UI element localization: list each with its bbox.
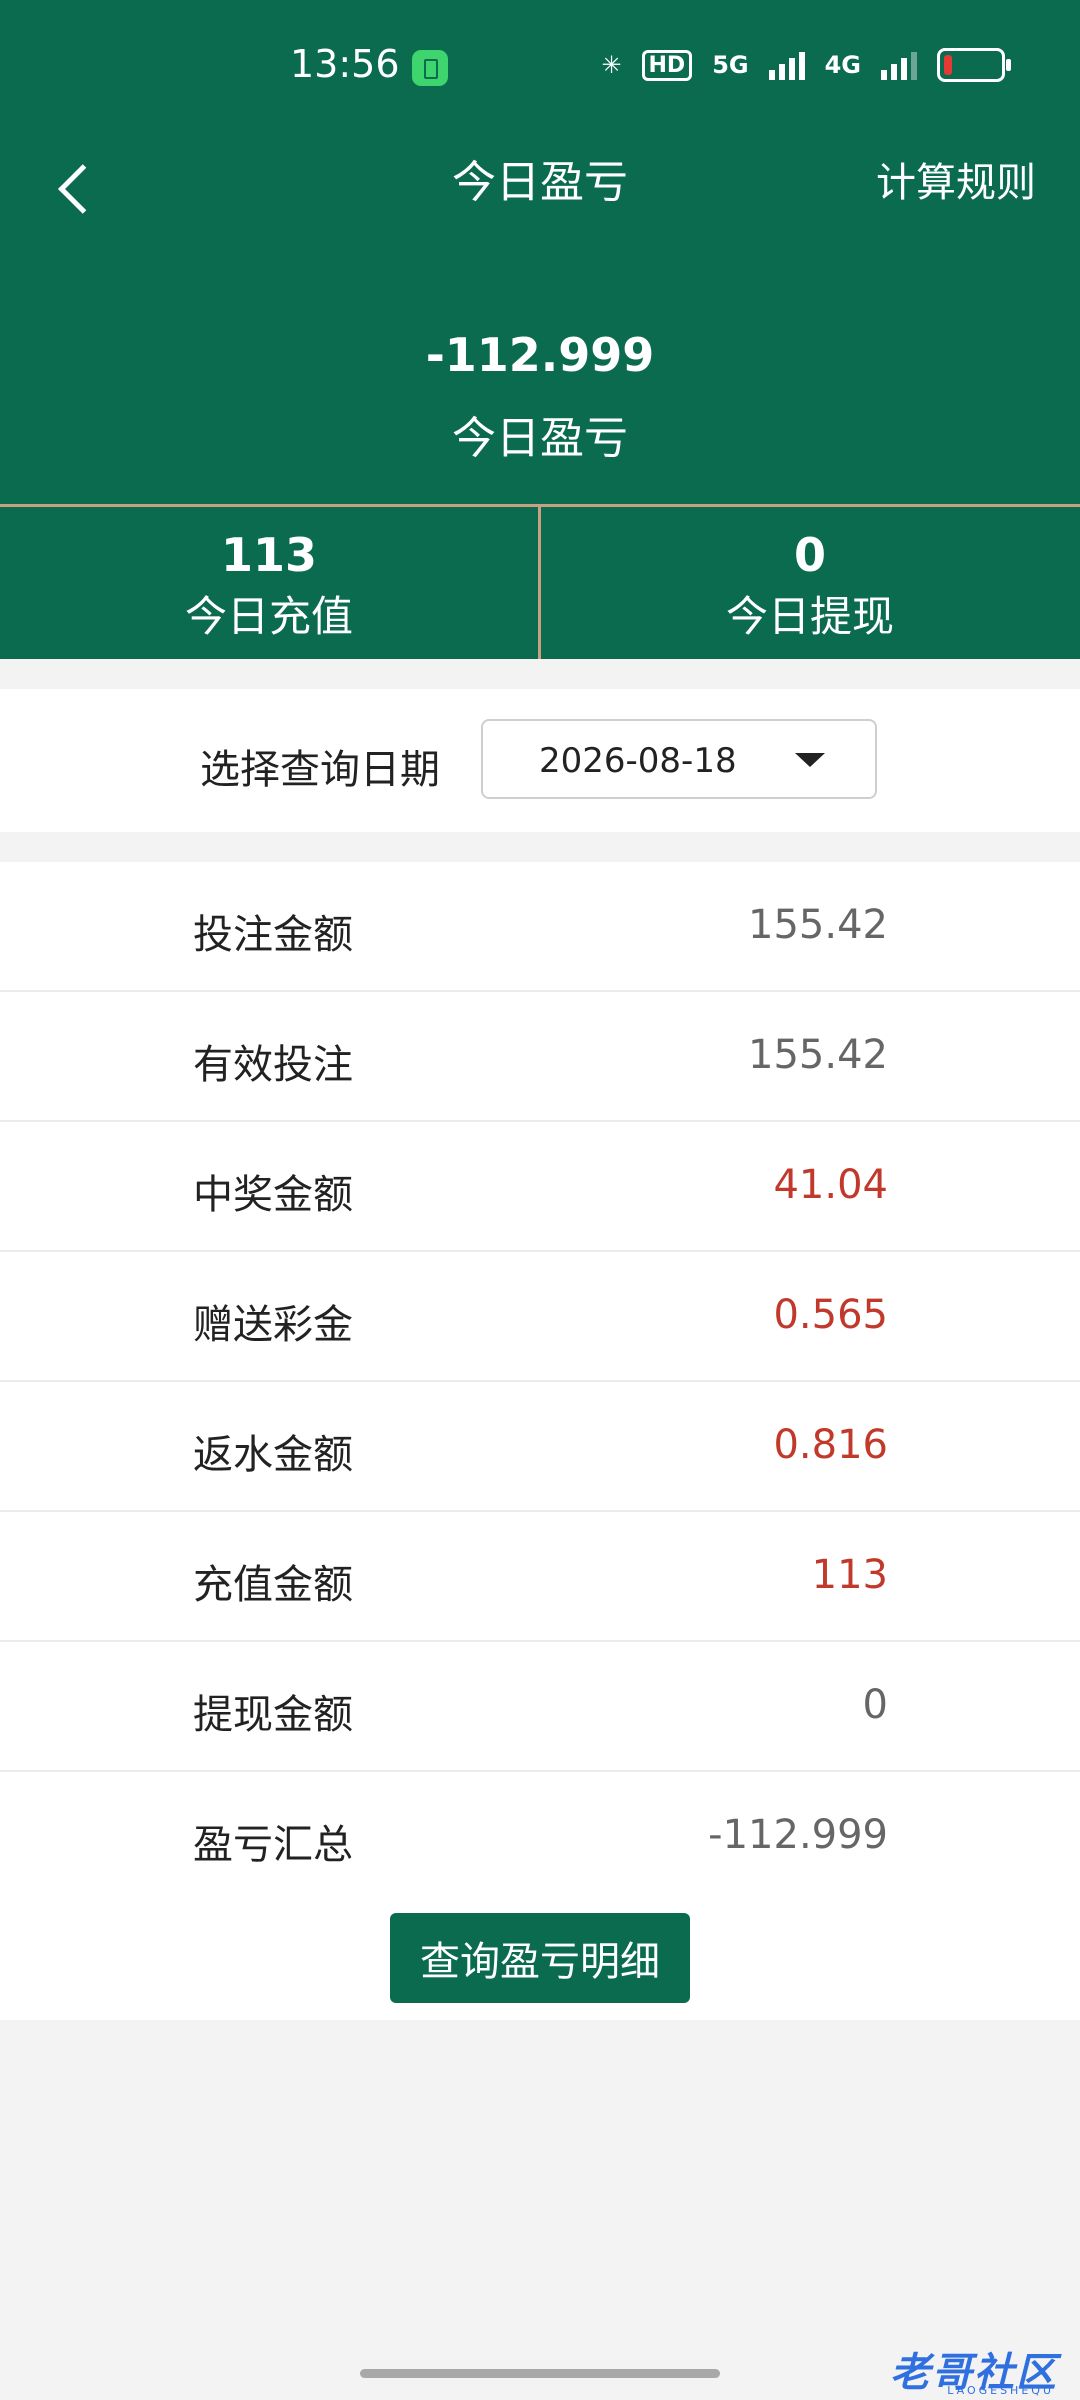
- today-profit-value: -112.999: [425, 328, 655, 382]
- today-recharge-stat: 113 今日充值: [0, 525, 538, 647]
- watermark-logo: 老哥社区 LAOGESHEQU: [828, 2340, 1058, 2400]
- row-value: 113: [811, 1552, 888, 1598]
- row-label: 提现金额: [193, 1692, 353, 1738]
- row-label: 中奖金额: [193, 1172, 353, 1218]
- watermark-subtext: LAOGESHEQU: [947, 2384, 1054, 2397]
- battery-saver-icon: [412, 50, 448, 86]
- query-profit-detail-button[interactable]: 查询盈亏明细: [390, 1913, 690, 2003]
- row-value: -112.999: [708, 1812, 888, 1858]
- list-item: 返水金额 0.816: [0, 1382, 1080, 1512]
- list-item: 有效投注 155.42: [0, 992, 1080, 1122]
- profit-detail-list: 投注金额 155.42 有效投注 155.42 中奖金额 41.04 赠送彩金 …: [0, 862, 1080, 1902]
- date-select[interactable]: 2026-08-18: [481, 719, 877, 799]
- row-label: 有效投注: [193, 1042, 353, 1088]
- row-label: 赠送彩金: [193, 1302, 353, 1348]
- today-withdraw-value: 0: [793, 528, 826, 582]
- list-item: 中奖金额 41.04: [0, 1122, 1080, 1252]
- network-4g-label: 4G: [824, 51, 861, 79]
- date-filter-section: 选择查询日期 2026-08-18: [0, 689, 1080, 832]
- row-label: 投注金额: [193, 912, 353, 958]
- today-profit-label: 今日盈亏: [452, 413, 628, 464]
- date-filter-label: 选择查询日期: [200, 747, 440, 793]
- query-button-area: 查询盈亏明细: [0, 1894, 1080, 2020]
- today-withdraw-label: 今日提现: [725, 592, 894, 641]
- row-label: 盈亏汇总: [193, 1822, 353, 1868]
- chevron-down-icon: [795, 753, 825, 767]
- status-time: 13:56: [290, 42, 400, 86]
- list-item: 赠送彩金 0.565: [0, 1252, 1080, 1382]
- row-value: 155.42: [748, 1032, 888, 1078]
- today-recharge-value: 113: [220, 528, 318, 582]
- row-label: 返水金额: [193, 1432, 353, 1478]
- date-select-value: 2026-08-18: [539, 741, 737, 781]
- today-recharge-label: 今日充值: [184, 592, 353, 641]
- status-icons: ✳ HD 5G 4G: [601, 45, 1011, 85]
- battery-icon: [937, 48, 1011, 82]
- hd-badge: HD: [641, 49, 693, 81]
- battery-level: [944, 55, 952, 75]
- today-withdraw-stat: 0 今日提现: [541, 525, 1079, 647]
- status-bar: 13:56 ✳ HD 5G 4G: [0, 0, 1080, 135]
- home-indicator[interactable]: [360, 2369, 720, 2378]
- network-5g-label: 5G: [712, 51, 749, 79]
- list-item: 盈亏汇总 -112.999: [0, 1772, 1080, 1902]
- row-value: 0: [862, 1682, 888, 1728]
- row-label: 充值金额: [193, 1562, 353, 1608]
- row-value: 0.565: [773, 1292, 888, 1338]
- row-value: 0.816: [773, 1422, 888, 1468]
- list-item: 充值金额 113: [0, 1512, 1080, 1642]
- row-value: 41.04: [773, 1162, 888, 1208]
- signal-5g-icon: [768, 50, 805, 80]
- row-value: 155.42: [748, 902, 888, 948]
- bluetooth-icon: ✳: [601, 51, 622, 79]
- list-item: 投注金额 155.42: [0, 862, 1080, 992]
- calculation-rules-link[interactable]: 计算规则: [876, 150, 1036, 208]
- list-item: 提现金额 0: [0, 1642, 1080, 1772]
- signal-4g-icon: [881, 50, 917, 80]
